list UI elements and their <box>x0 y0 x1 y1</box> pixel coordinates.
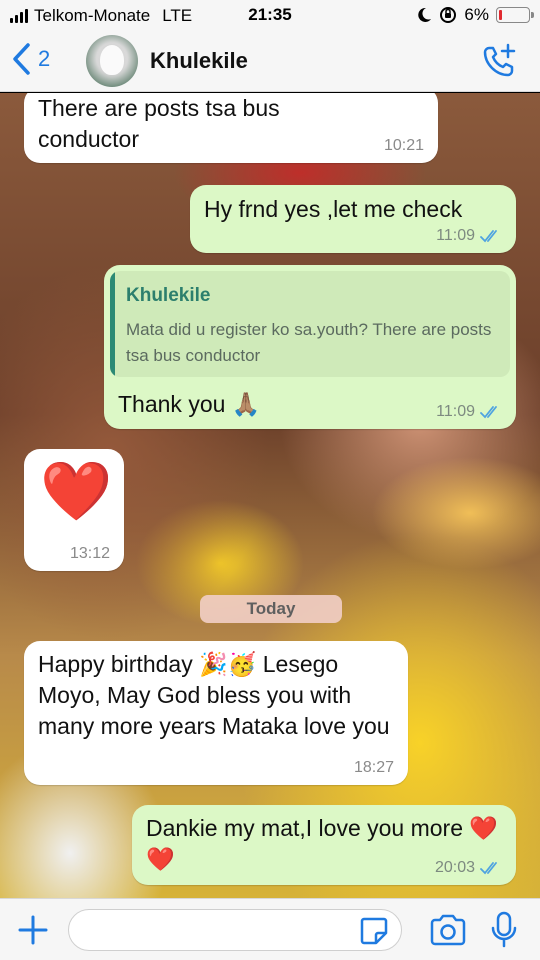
read-receipt-icon <box>480 230 497 243</box>
message-text: ❤️ <box>40 459 113 524</box>
sticker-icon[interactable] <box>358 915 390 947</box>
message-bubble-outgoing[interactable]: Dankie my mat,I love you more ❤️❤️ 20:03 <box>132 805 516 885</box>
avatar[interactable] <box>86 35 138 87</box>
quoted-message[interactable]: Khulekile Mata did u register ko sa.yout… <box>110 271 510 377</box>
status-bar: Telkom-Monate LTE 21:35 6% <box>0 0 540 30</box>
message-meta: 18:27 <box>354 759 394 777</box>
message-bubble-incoming[interactable]: There are posts tsa bus conductor 10:21 <box>24 93 438 163</box>
input-bar <box>0 898 540 960</box>
quoted-sender: Khulekile <box>126 285 211 306</box>
plus-icon[interactable] <box>16 913 50 947</box>
unread-count: 2 <box>38 46 51 71</box>
message-bubble-incoming[interactable]: ❤️ 13:12 <box>24 449 124 571</box>
message-time: 11:09 <box>436 403 475 420</box>
battery-icon <box>496 7 534 23</box>
message-meta: 11:09 <box>436 403 502 421</box>
add-call-icon[interactable] <box>480 42 518 80</box>
back-button[interactable]: 2 <box>10 42 50 76</box>
message-bubble-outgoing[interactable]: Hy frnd yes ,let me check 11:09 <box>190 185 516 253</box>
message-bubble-incoming[interactable]: Happy birthday 🎉🥳 Lesego Moyo, May God b… <box>24 641 408 785</box>
message-time: 18:27 <box>353 759 394 776</box>
quoted-text: Mata did u register ko sa.youth? There a… <box>126 320 492 365</box>
moon-icon <box>418 7 432 22</box>
message-text: Happy birthday 🎉🥳 Lesego Moyo, May God b… <box>38 651 390 739</box>
microphone-icon[interactable] <box>490 911 518 949</box>
chat-header: 2 Khulekile <box>0 30 540 92</box>
chat-area[interactable]: There are posts tsa bus conductor 10:21 … <box>0 93 540 898</box>
status-right: 6% <box>416 5 534 25</box>
rotation-lock-icon <box>440 7 457 23</box>
read-receipt-icon <box>480 406 497 419</box>
message-meta: 13:12 <box>70 545 110 563</box>
date-divider: Today <box>200 595 342 623</box>
camera-icon[interactable] <box>428 913 468 947</box>
message-meta: 20:03 <box>435 859 502 877</box>
message-time: 20:03 <box>434 859 475 876</box>
chevron-left-icon <box>13 43 30 75</box>
battery-percent: 6% <box>464 5 489 24</box>
message-time: 11:09 <box>436 227 475 244</box>
message-meta: 11:09 <box>436 227 502 245</box>
message-bubble-outgoing-reply[interactable]: Khulekile Mata did u register ko sa.yout… <box>104 265 516 429</box>
message-text: Hy frnd yes ,let me check <box>204 196 463 222</box>
message-meta: 10:21 <box>384 137 424 155</box>
read-receipt-icon <box>480 862 497 875</box>
quote-bar <box>110 271 115 377</box>
message-text: Thank you 🙏🏽 <box>118 391 261 417</box>
contact-name[interactable]: Khulekile <box>150 48 248 74</box>
message-time: 13:12 <box>69 545 110 562</box>
message-text: There are posts tsa bus conductor <box>38 95 280 152</box>
message-input[interactable] <box>68 909 402 951</box>
message-time: 10:21 <box>383 137 424 154</box>
